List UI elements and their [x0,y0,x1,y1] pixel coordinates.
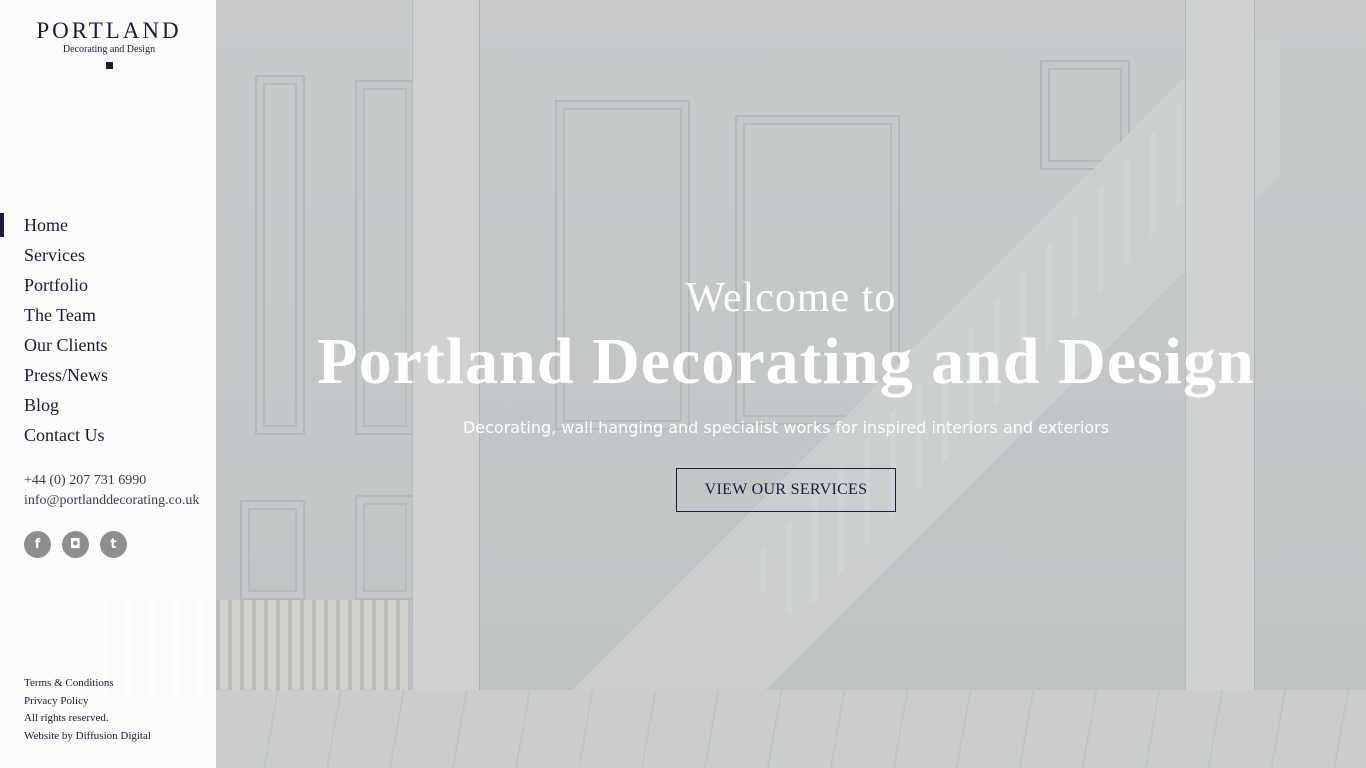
credit-link[interactable]: Website by Diffusion Digital [24,728,151,746]
nav-link-blog[interactable]: Blog [0,392,216,418]
hero-welcome: Welcome to [685,275,897,321]
nav-link-contact-us[interactable]: Contact Us [0,422,216,448]
logo-subtitle: Decorating and Design [62,44,156,55]
site-logo[interactable]: PORTLAND Decorating and Design [24,18,194,69]
logo-title: PORTLAND [36,18,182,43]
nav-item-our-clients[interactable]: Our Clients [0,332,216,362]
main-navigation: Home Services Portfolio The Team Our Cli… [0,212,216,452]
nav-item-services[interactable]: Services [0,242,216,272]
privacy-link[interactable]: Privacy Policy [24,693,151,711]
hero-tagline: Decorating, wall hanging and specialist … [462,418,1110,437]
nav-link-services[interactable]: Services [0,242,216,268]
instagram-icon[interactable]: ◘ [62,531,89,558]
nav-item-home[interactable]: Home [0,212,216,242]
view-services-button[interactable]: VIEW OUR SERVICES [676,468,896,512]
contact-details: +44 (0) 207 731 6990 info@portlanddecora… [24,471,199,511]
hero-content: Welcome to Portland Decorating and Desig… [216,0,1366,768]
sidebar: PORTLAND Decorating and Design Home Serv… [0,0,216,768]
nav-item-blog[interactable]: Blog [0,392,216,422]
nav-item-the-team[interactable]: The Team [0,302,216,332]
nav-link-home[interactable]: Home [0,212,216,238]
facebook-icon[interactable]: f [24,531,51,558]
nav-item-portfolio[interactable]: Portfolio [0,272,216,302]
nav-link-the-team[interactable]: The Team [0,302,216,328]
nav-item-contact-us[interactable]: Contact Us [0,422,216,452]
nav-link-our-clients[interactable]: Our Clients [0,332,216,358]
nav-link-press-news[interactable]: Press/News [0,362,216,388]
terms-link[interactable]: Terms & Conditions [24,675,151,693]
email-link[interactable]: info@portlanddecorating.co.uk [24,491,199,511]
twitter-icon[interactable]: t [100,531,127,558]
nav-item-press-news[interactable]: Press/News [0,362,216,392]
logo-square-icon [105,62,113,69]
hero-headline: Portland Decorating and Design [317,325,1255,398]
phone-link[interactable]: +44 (0) 207 731 6990 [24,471,199,491]
nav-link-portfolio[interactable]: Portfolio [0,272,216,298]
rights-text: All rights reserved. [24,712,109,724]
social-links: f ◘ t [24,531,127,558]
sidebar-footer: Terms & Conditions Privacy Policy All ri… [24,675,151,745]
